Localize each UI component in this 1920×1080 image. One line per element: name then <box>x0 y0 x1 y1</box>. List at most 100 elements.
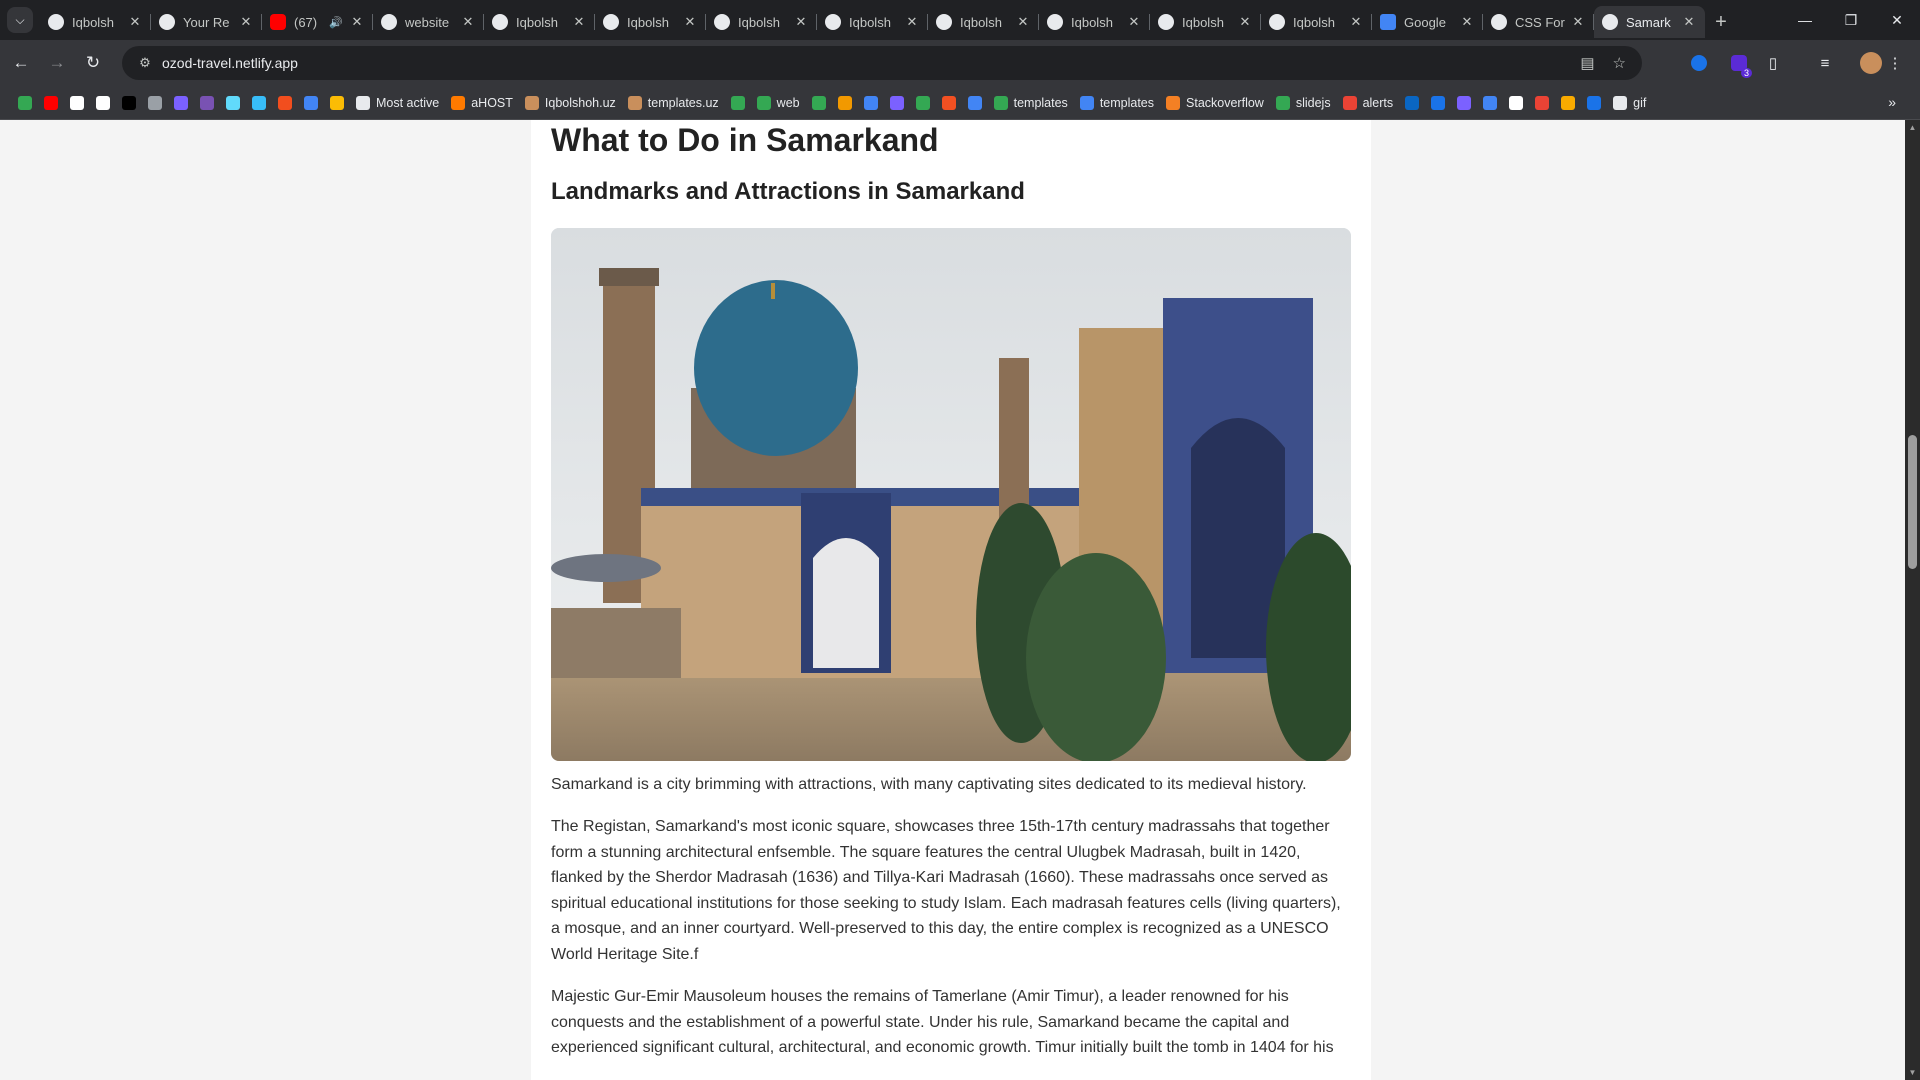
bookmark-item[interactable]: gif <box>1607 89 1652 117</box>
browser-tab[interactable]: Your Re ✕ <box>151 6 262 38</box>
bookmark-item[interactable] <box>12 89 38 117</box>
close-tab-icon[interactable]: ✕ <box>127 14 143 30</box>
close-tab-icon[interactable]: ✕ <box>1570 14 1586 30</box>
browser-tab[interactable]: (67) 🔊 ✕ <box>262 6 373 38</box>
bookmark-item[interactable] <box>1451 89 1477 117</box>
browser-tab[interactable]: Iqbolsh ✕ <box>1150 6 1261 38</box>
bookmark-item[interactable] <box>725 89 751 117</box>
bookmark-item[interactable] <box>38 89 64 117</box>
bookmark-item[interactable] <box>884 89 910 117</box>
more-bookmarks-icon[interactable]: » <box>1888 94 1896 110</box>
scroll-down-icon[interactable]: ▼ <box>1905 1065 1920 1080</box>
bookmark-star-icon[interactable]: ☆ <box>1613 54 1626 72</box>
bookmark-item[interactable] <box>220 89 246 117</box>
back-button[interactable]: ← <box>6 48 36 78</box>
extension-badge-icon[interactable]: 3 <box>1724 48 1754 78</box>
page-scrollbar[interactable]: ▲ ▼ <box>1905 120 1920 1080</box>
browser-tab[interactable]: Samark ✕ <box>1594 6 1705 38</box>
bookmark-item[interactable] <box>246 89 272 117</box>
bookmark-item[interactable]: Most active <box>350 89 445 117</box>
reload-button[interactable]: ↻ <box>78 48 108 78</box>
bookmark-item[interactable]: aHOST <box>445 89 519 117</box>
new-tab-button[interactable]: + <box>1705 6 1737 38</box>
close-tab-icon[interactable]: ✕ <box>1237 14 1253 30</box>
profile-avatar[interactable] <box>1860 52 1882 74</box>
bookmark-item[interactable] <box>858 89 884 117</box>
site-info-icon[interactable]: ⚙ <box>128 55 162 71</box>
extensions-puzzle-icon[interactable]: ▯ <box>1758 48 1788 78</box>
close-tab-icon[interactable]: ✕ <box>349 14 365 30</box>
bookmark-item[interactable] <box>116 89 142 117</box>
speaker-icon[interactable]: 🔊 <box>329 16 343 29</box>
bookmark-item[interactable] <box>194 89 220 117</box>
close-tab-icon[interactable]: ✕ <box>1459 14 1475 30</box>
browser-tab[interactable]: Iqbolsh ✕ <box>706 6 817 38</box>
translate-icon[interactable]: ▤ <box>1580 54 1594 72</box>
bookmark-item[interactable] <box>298 89 324 117</box>
close-tab-icon[interactable]: ✕ <box>904 14 920 30</box>
bookmark-item[interactable]: slidejs <box>1270 89 1337 117</box>
bookmark-item[interactable] <box>168 89 194 117</box>
menu-kebab-icon[interactable]: ⋮ <box>1880 48 1910 78</box>
close-tab-icon[interactable]: ✕ <box>238 14 254 30</box>
browser-tab[interactable]: Iqbolsh ✕ <box>40 6 151 38</box>
github-icon <box>381 14 397 30</box>
minimize-button[interactable]: — <box>1782 0 1828 40</box>
bookmark-item[interactable] <box>832 89 858 117</box>
bookmark-item[interactable] <box>1399 89 1425 117</box>
bookmark-item[interactable]: alerts <box>1337 89 1400 117</box>
close-tab-icon[interactable]: ✕ <box>793 14 809 30</box>
bookmark-item[interactable] <box>142 89 168 117</box>
bookmark-item[interactable] <box>272 89 298 117</box>
restore-button[interactable]: ❐ <box>1828 0 1874 40</box>
bookmark-item[interactable] <box>1581 89 1607 117</box>
extension-icon[interactable] <box>1684 48 1714 78</box>
browser-tab[interactable]: Iqbolsh ✕ <box>928 6 1039 38</box>
bookmark-item[interactable] <box>1555 89 1581 117</box>
close-tab-icon[interactable]: ✕ <box>1015 14 1031 30</box>
bookmark-item[interactable] <box>64 89 90 117</box>
bookmark-item[interactable]: templates.uz <box>622 89 725 117</box>
bookmark-item[interactable] <box>1503 89 1529 117</box>
browser-tab[interactable]: Iqbolsh ✕ <box>484 6 595 38</box>
address-bar[interactable]: ⚙ ozod-travel.netlify.app ▤ ☆ <box>122 46 1642 80</box>
scrollbar-thumb[interactable] <box>1908 435 1917 569</box>
close-tab-icon[interactable]: ✕ <box>682 14 698 30</box>
close-tab-icon[interactable]: ✕ <box>1126 14 1142 30</box>
browser-tab[interactable]: Iqbolsh ✕ <box>1039 6 1150 38</box>
forward-button[interactable]: → <box>42 48 72 78</box>
bookmark-item[interactable]: templates <box>1074 89 1160 117</box>
reading-list-icon[interactable]: ≡ <box>1810 48 1840 78</box>
browser-tab[interactable]: Google ✕ <box>1372 6 1483 38</box>
close-window-button[interactable]: ✕ <box>1874 0 1920 40</box>
close-tab-icon[interactable]: ✕ <box>460 14 476 30</box>
scroll-up-icon[interactable]: ▲ <box>1905 120 1920 135</box>
bookmark-item[interactable] <box>1477 89 1503 117</box>
bookmark-item[interactable] <box>1425 89 1451 117</box>
url-text[interactable]: ozod-travel.netlify.app <box>162 55 298 71</box>
browser-tab[interactable]: Iqbolsh ✕ <box>595 6 706 38</box>
tab-search-button[interactable]: ⌵ <box>7 7 33 33</box>
bookmark-item[interactable]: web <box>751 89 806 117</box>
browser-tab[interactable]: Iqbolsh ✕ <box>817 6 928 38</box>
bookmark-item[interactable] <box>962 89 988 117</box>
bookmark-item[interactable]: Stackoverflow <box>1160 89 1270 117</box>
bookmark-item[interactable] <box>910 89 936 117</box>
tab-title: Iqbolsh <box>738 14 780 30</box>
browser-tab[interactable]: CSS For ✕ <box>1483 6 1594 38</box>
bookmark-item[interactable] <box>936 89 962 117</box>
swirl-icon <box>1483 95 1498 110</box>
browser-tab[interactable]: website ✕ <box>373 6 484 38</box>
bookmark-item[interactable]: Iqbolshoh.uz <box>519 89 622 117</box>
bookmark-item[interactable]: templates <box>988 89 1074 117</box>
bookmark-item[interactable] <box>806 89 832 117</box>
browser-tab[interactable]: Iqbolsh ✕ <box>1261 6 1372 38</box>
bookmark-item[interactable] <box>90 89 116 117</box>
close-tab-icon[interactable]: ✕ <box>1348 14 1364 30</box>
page-icon <box>1613 95 1628 110</box>
bookmark-item[interactable] <box>324 89 350 117</box>
tab-title: Your Re <box>183 14 230 30</box>
close-tab-icon[interactable]: ✕ <box>571 14 587 30</box>
bookmark-item[interactable] <box>1529 89 1555 117</box>
close-tab-icon[interactable]: ✕ <box>1681 14 1697 30</box>
